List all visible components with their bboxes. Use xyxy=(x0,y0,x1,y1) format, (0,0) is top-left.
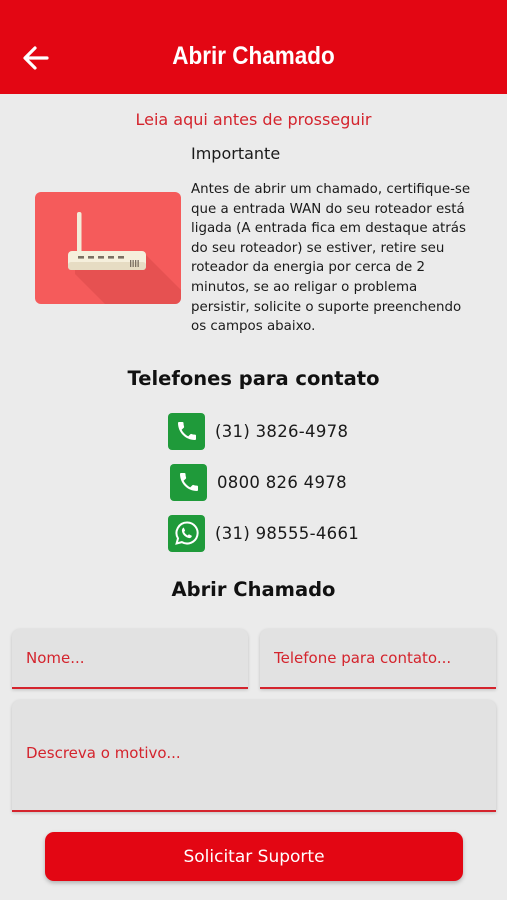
reason-field[interactable] xyxy=(12,700,496,812)
reason-textarea[interactable] xyxy=(12,700,496,810)
contact-phone-number: 0800 826 4978 xyxy=(217,472,347,492)
contact-phone-number: (31) 3826-4978 xyxy=(215,421,349,441)
contacts-heading: Telefones para contato xyxy=(127,367,380,390)
phone-icon xyxy=(170,463,207,501)
read-before-link[interactable]: Leia aqui antes de prosseguir xyxy=(0,110,507,129)
contact-phone-number: (31) 98555-4661 xyxy=(215,523,360,543)
router-image xyxy=(35,192,181,304)
contact-phone-2[interactable]: 0800 826 4978 xyxy=(170,463,347,501)
contact-whatsapp[interactable]: (31) 98555-4661 xyxy=(168,514,360,552)
phone-input[interactable] xyxy=(260,629,496,687)
whatsapp-icon xyxy=(168,514,205,552)
name-input[interactable] xyxy=(12,629,248,687)
request-support-button[interactable]: Solicitar Suporte xyxy=(45,832,463,881)
phone-field[interactable] xyxy=(260,629,496,689)
important-text: Antes de abrir um chamado, certifique-se… xyxy=(191,182,471,335)
router-icon xyxy=(68,212,181,304)
phone-icon xyxy=(168,412,205,450)
important-heading: Importante xyxy=(191,144,281,163)
app-bar: Abrir Chamado xyxy=(0,0,507,94)
page-title: Abrir Chamado xyxy=(172,42,335,70)
form-heading: Abrir Chamado xyxy=(171,578,336,601)
name-field[interactable] xyxy=(12,629,248,689)
contact-phone-1[interactable]: (31) 3826-4978 xyxy=(168,412,349,450)
